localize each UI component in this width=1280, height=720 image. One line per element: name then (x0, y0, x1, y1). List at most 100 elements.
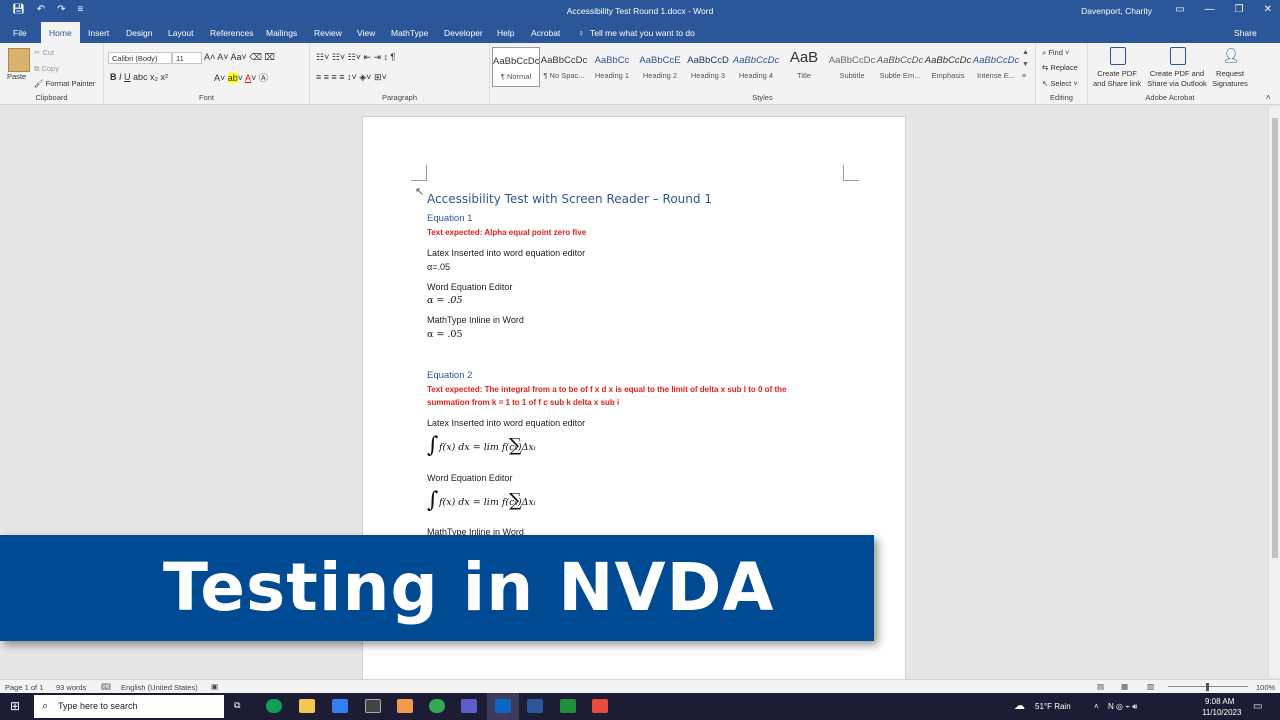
notification-icon[interactable]: ▭ (1253, 701, 1262, 712)
scroll-thumb[interactable] (1272, 118, 1278, 558)
proofing-icon[interactable]: 📖︎ (101, 682, 111, 691)
paste-icon[interactable] (8, 48, 30, 72)
eq1-word-value: α = .05 (427, 295, 463, 306)
mail-icon[interactable] (332, 699, 348, 713)
tab-view[interactable]: View (357, 28, 375, 38)
zoom-level[interactable]: 100% (1256, 683, 1275, 692)
create-pdf-outlook-button[interactable]: Create PDF and Share via Outlook (1144, 69, 1210, 89)
window-controls: ▭ — ❐ ✕ (1175, 4, 1272, 15)
language-status[interactable]: English (United States) (121, 683, 198, 692)
account-name[interactable]: Davenport, Charity (1081, 6, 1152, 16)
font-size-buttons[interactable]: A˄ A˅ Aa˅ ⌫ ⌧ (204, 52, 275, 63)
tray-icons[interactable]: N ◎ ⌁ 🔊︎ (1108, 702, 1137, 712)
font-size-box[interactable]: 11 (172, 52, 202, 64)
tab-review[interactable]: Review (314, 28, 342, 38)
camtasia-icon[interactable] (560, 699, 576, 713)
collapse-ribbon-icon[interactable]: ˄ (1266, 93, 1271, 102)
store-icon[interactable] (365, 699, 381, 713)
request-signatures-button[interactable]: Request Signatures (1208, 69, 1252, 89)
tab-mailings[interactable]: Mailings (266, 28, 297, 38)
tab-mathtype[interactable]: MathType (391, 28, 428, 38)
tab-developer[interactable]: Developer (444, 28, 483, 38)
font-color-buttons[interactable]: A˅ ab˅ A˅ Ⓐ (214, 71, 268, 84)
macro-icon[interactable]: ▣ (211, 682, 218, 691)
select-button[interactable]: ↖ Select ˅ (1042, 79, 1078, 88)
style-title[interactable]: AaB Title (780, 47, 828, 87)
style-no-spacing[interactable]: AaBbCcDc ¶ No Spac... (540, 47, 588, 87)
page-count[interactable]: Page 1 of 1 (5, 683, 43, 692)
print-layout-icon[interactable]: ▦ (1121, 682, 1128, 691)
close-icon[interactable]: ✕ (1264, 4, 1272, 15)
create-pdf-button[interactable]: Create PDF and Share link (1090, 69, 1144, 89)
font-group: Calibri (Body) 11 A˄ A˅ Aa˅ ⌫ ⌧ B I U ab… (104, 43, 310, 105)
tell-me-box[interactable]: Tell me what you want to do (590, 28, 695, 38)
style-subtitle[interactable]: AaBbCcDc Subtitle (828, 47, 876, 87)
integral-symbol: ∫ (427, 433, 439, 458)
tab-home[interactable]: Home (41, 22, 80, 43)
file-explorer-icon[interactable] (299, 699, 315, 713)
style-heading-4[interactable]: AaBbCcDc Heading 4 (732, 47, 780, 87)
tab-design[interactable]: Design (126, 28, 152, 38)
align-buttons[interactable]: ≡ ≡ ≡ ≡ ↕˅ ◈˅ ⊞˅ (316, 72, 387, 83)
teams-icon[interactable] (461, 699, 477, 713)
font-format-buttons[interactable]: B I U abc x₂ x² (110, 72, 168, 82)
list-buttons[interactable]: ☷˅ ☷˅ ☷˅ ⇤ ⇥ ↕ ¶ (316, 52, 395, 63)
ribbon-tabs: File Home Insert Design Layout Reference… (0, 22, 1280, 43)
format-painter-button[interactable]: 🖌︎ Format Painter (34, 79, 95, 88)
styles-scroll-icon[interactable]: ▲ ▼ ≡ (1022, 47, 1029, 83)
tab-layout[interactable]: Layout (168, 28, 194, 38)
style-heading-3[interactable]: AaBbCcD Heading 3 (684, 47, 732, 87)
tab-file[interactable]: File (13, 28, 27, 38)
read-mode-icon[interactable]: ▤ (1097, 682, 1104, 691)
copy-button[interactable]: ⧉ Copy (34, 64, 59, 74)
minimize-icon[interactable]: — (1205, 4, 1215, 15)
acrobat-label: Adobe Acrobat (1145, 93, 1195, 102)
style-heading-1[interactable]: AaBbCc Heading 1 (588, 47, 636, 87)
edge-icon[interactable] (266, 699, 282, 713)
cut-button[interactable]: ✂ Cut (34, 48, 54, 57)
app-icon[interactable] (397, 699, 413, 713)
app-icon[interactable] (592, 699, 608, 713)
taskbar-search[interactable]: ⌕ Type here to search (34, 695, 224, 718)
ribbon: Paste ✂ Cut ⧉ Copy 🖌︎ Format Painter Cli… (0, 43, 1280, 105)
style-heading-2[interactable]: AaBbCcE Heading 2 (636, 47, 684, 87)
equation-2-expected-line-1: Text expected: The integral from a to be… (427, 385, 787, 394)
style-intense-emphasis[interactable]: AaBbCcDc Intense E... (972, 47, 1020, 87)
tab-acrobat[interactable]: Acrobat (531, 28, 560, 38)
web-layout-icon[interactable]: ▥ (1147, 682, 1154, 691)
task-view-icon[interactable]: ⧉ (234, 700, 240, 711)
style-normal[interactable]: AaBbCcDc ¶ Normal (492, 47, 540, 87)
tab-help[interactable]: Help (497, 28, 514, 38)
zoom-slider-thumb[interactable] (1206, 683, 1209, 691)
vertical-scrollbar[interactable] (1268, 106, 1280, 678)
tab-references[interactable]: References (210, 28, 253, 38)
find-button[interactable]: ⌕ Find ˅ (1042, 48, 1069, 58)
share-button[interactable]: Share (1234, 28, 1257, 38)
tab-insert[interactable]: Insert (88, 28, 109, 38)
style-emphasis[interactable]: AaBbCcDc Emphasis (924, 47, 972, 87)
margin-mark (843, 165, 859, 181)
windows-start-icon[interactable]: ⊞ (10, 699, 20, 713)
pdf-share-icon (1110, 47, 1126, 65)
weather-text[interactable]: 51°F Rain (1035, 702, 1071, 711)
clock-date[interactable]: 11/10/2023 (1202, 708, 1241, 717)
word-icon[interactable] (527, 699, 543, 713)
style-subtle-emphasis[interactable]: AaBbCcDc Subtle Em... (876, 47, 924, 87)
clock-time[interactable]: 9:08 AM (1205, 697, 1234, 706)
paste-button[interactable]: Paste (7, 72, 26, 81)
replace-button[interactable]: ⇆ Replace (1042, 63, 1078, 72)
eq1-mathtype-label: MathType Inline in Word (427, 315, 524, 325)
equation-1-expected: Text expected: Alpha equal point zero fi… (427, 228, 587, 237)
equation-2-heading: Equation 2 (427, 370, 473, 381)
restore-icon[interactable]: ❐ (1235, 4, 1244, 15)
ribbon-display-icon[interactable]: ▭ (1175, 4, 1184, 15)
paragraph-label: Paragraph (381, 93, 418, 102)
chrome-icon[interactable] (429, 699, 445, 713)
document-title: Accessibility Test with Screen Reader – … (427, 192, 712, 206)
tray-chevron-icon[interactable]: ˄ (1094, 702, 1099, 711)
status-bar: Page 1 of 1 93 words 📖︎ English (United … (0, 679, 1280, 693)
word-count[interactable]: 93 words (56, 683, 86, 692)
font-name-box[interactable]: Calibri (Body) (108, 52, 172, 64)
outlook-icon[interactable] (495, 699, 511, 713)
paragraph-group: ☷˅ ☷˅ ☷˅ ⇤ ⇥ ↕ ¶ ≡ ≡ ≡ ≡ ↕˅ ◈˅ ⊞˅ Paragr… (310, 43, 490, 105)
